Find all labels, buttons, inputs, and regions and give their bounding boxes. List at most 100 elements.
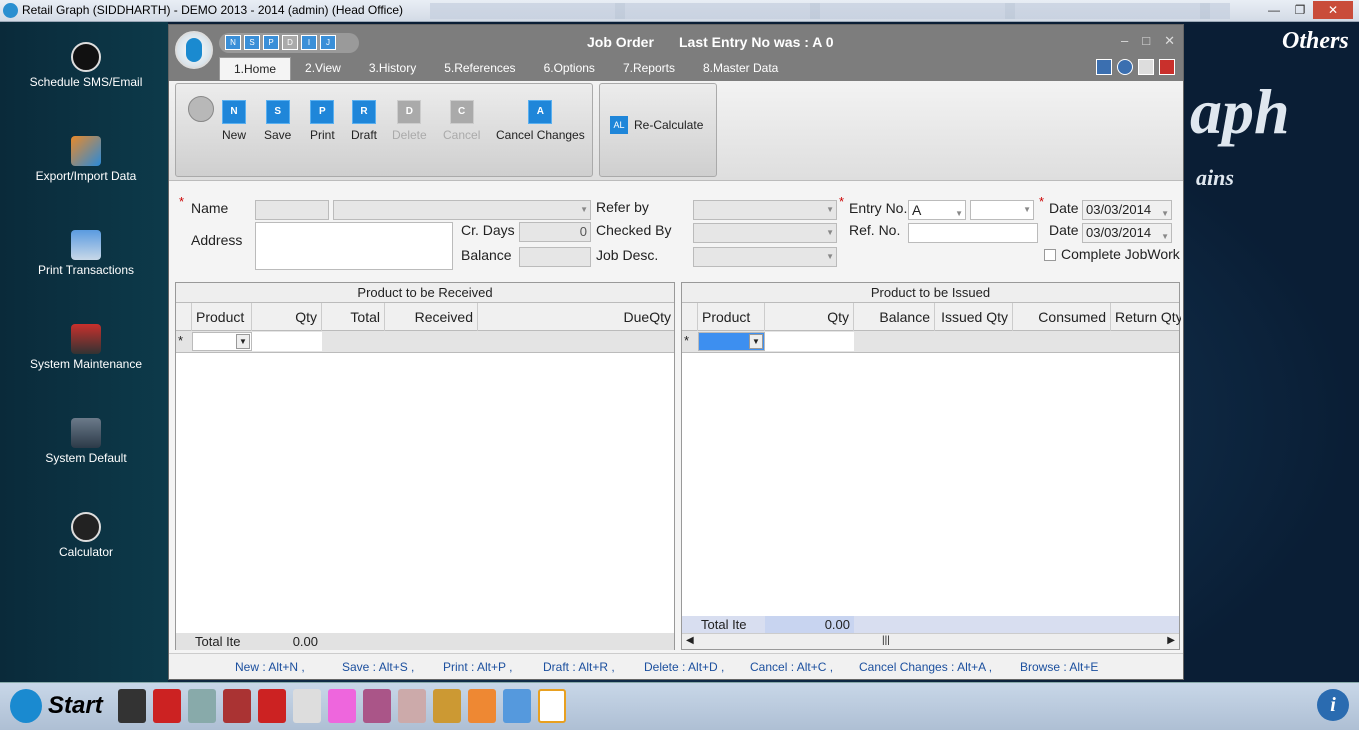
col-return-qty[interactable]: Return Qty [1111,303,1181,331]
date-picker[interactable]: 03/03/2014 ▼ [1082,200,1172,220]
entry-no-prefix-dropdown[interactable]: A ▼ [908,200,966,220]
app-minimize-button[interactable]: – [1121,33,1128,49]
received-new-row[interactable]: * ▼ [176,331,674,353]
qat-draft-icon[interactable]: D [282,35,298,50]
balance-label: Balance [461,247,512,263]
print-icon[interactable] [503,689,531,723]
payment-icon[interactable] [328,689,356,723]
col-due-qty[interactable]: DueQty [478,303,675,331]
receipt-icon[interactable] [293,689,321,723]
restore-button[interactable]: ❐ [1287,1,1313,19]
info-icon[interactable] [1096,59,1112,75]
col-qty[interactable]: Qty [765,303,854,331]
complete-jobwork-checkbox[interactable] [1044,249,1056,261]
issued-horizontal-scrollbar[interactable]: ◀ ||| ▶ [682,633,1179,649]
book-icon[interactable] [153,689,181,723]
received-product-dropdown[interactable]: ▼ [192,332,252,351]
scroll-left-icon[interactable]: ◀ [686,635,694,646]
mobile-icon[interactable] [118,689,146,723]
tab-references[interactable]: 5.References [430,57,529,80]
address-field[interactable] [255,222,453,270]
tools-icon[interactable] [363,689,391,723]
date2-picker[interactable]: 03/03/2014 ▼ [1082,223,1172,243]
desktop-icon-schedule[interactable]: Schedule SMS/Email [10,42,162,89]
col-product[interactable]: Product [192,303,252,331]
money-bag-icon[interactable] [433,689,461,723]
qat-print-icon[interactable]: P [263,35,279,50]
balance-field [519,247,591,267]
issued-product-dropdown[interactable]: ▼ [698,332,765,351]
transfer-icon[interactable] [398,689,426,723]
col-qty[interactable]: Qty [252,303,322,331]
tab-options[interactable]: 6.Options [530,57,609,80]
exit-icon[interactable] [1159,59,1175,75]
cancel-button[interactable]: C Cancel [443,100,480,142]
new-label: New [222,128,247,142]
new-button[interactable]: N New [222,100,246,142]
cr-days-field[interactable]: 0 [519,222,591,242]
document-icon[interactable] [1138,59,1154,75]
desktop-icon-print-transactions[interactable]: Print Transactions [10,230,162,277]
ribbon-group-actions: N New S Save P Print R Draft D Delete C Cancel… [175,83,593,177]
save-button[interactable]: S Save [264,100,291,142]
close-button[interactable]: ✕ [1313,1,1353,19]
qat-save-icon[interactable]: S [244,35,260,50]
ref-no-field[interactable] [908,223,1038,243]
export-import-icon [71,136,101,166]
invoice-icon[interactable] [223,689,251,723]
desktop-icon-export-import[interactable]: Export/Import Data [10,136,162,183]
name-code-field[interactable] [255,200,329,220]
col-received-qty[interactable]: Received Qty [385,303,478,353]
qat-j-icon[interactable]: J [320,35,336,50]
copy-icon[interactable] [538,689,566,723]
help-icon[interactable] [1117,59,1133,75]
start-button[interactable]: Start [48,692,103,720]
scroll-thumb[interactable]: ||| [882,635,890,646]
delete-button[interactable]: D Delete [392,100,427,142]
desktop-icon-system-maintenance[interactable]: System Maintenance [10,324,162,371]
app-maximize-button[interactable]: □ [1142,33,1150,49]
col-issued-qty[interactable]: Issued Qty [935,303,1013,331]
app-orb-button[interactable] [175,31,213,69]
purchase-icon[interactable] [188,689,216,723]
print-icon: P [310,100,335,124]
tab-history[interactable]: 3.History [355,57,430,80]
lock-icon[interactable] [188,96,214,122]
scroll-right-icon[interactable]: ▶ [1167,635,1175,646]
qat-new-icon[interactable]: N [225,35,241,50]
tab-reports[interactable]: 7.Reports [609,57,689,80]
name-dropdown[interactable]: ▼ [333,200,591,220]
export-icon[interactable] [468,689,496,723]
col-total-qty[interactable]: Total Qty [322,303,385,353]
qat-i-icon[interactable]: I [301,35,317,50]
col-product[interactable]: Product [698,303,765,331]
desktop-icon-system-default[interactable]: System Default [10,418,162,465]
minimize-button[interactable]: — [1261,1,1287,19]
print-button[interactable]: P Print [310,100,335,142]
cancel-changes-button[interactable]: A Cancel Changes [496,100,585,142]
tab-view[interactable]: 2.View [291,57,355,80]
shortcut-cancel-changes: Cancel Changes : Alt+A , [859,660,993,674]
recalculate-button[interactable]: AL Re-Calculate [610,116,703,134]
desktop-icon-calculator[interactable]: Calculator [10,512,162,559]
shortcut-cancel: Cancel : Alt+C , [750,660,834,674]
pdf-icon[interactable] [258,689,286,723]
received-qty-cell[interactable] [252,332,322,351]
entry-no-dropdown[interactable]: ▼ [970,200,1034,220]
issued-qty-cell[interactable] [765,332,854,351]
tab-master-data[interactable]: 8.Master Data [689,57,792,80]
draft-button[interactable]: R Draft [351,100,377,142]
job-desc-dropdown[interactable]: ▼ [693,247,837,267]
info-icon[interactable]: i [1317,689,1349,721]
tab-home[interactable]: 1.Home [219,57,292,80]
window-form-title: Job Order [587,34,654,50]
start-logo-icon[interactable] [10,689,42,723]
app-close-button[interactable]: ✕ [1164,33,1175,49]
col-balance-qty[interactable]: Balance Qty [854,303,935,353]
issued-new-row[interactable]: * ▼ [682,331,1179,353]
col-consumed-qty[interactable]: Consumed Qty [1013,303,1111,353]
refer-by-dropdown[interactable]: ▼ [693,200,837,220]
checked-by-dropdown[interactable]: ▼ [693,223,837,243]
ribbon-tabs: 1.Home 2.View 3.History 5.References 6.O… [219,57,792,80]
cancel-changes-label: Cancel Changes [496,128,585,142]
